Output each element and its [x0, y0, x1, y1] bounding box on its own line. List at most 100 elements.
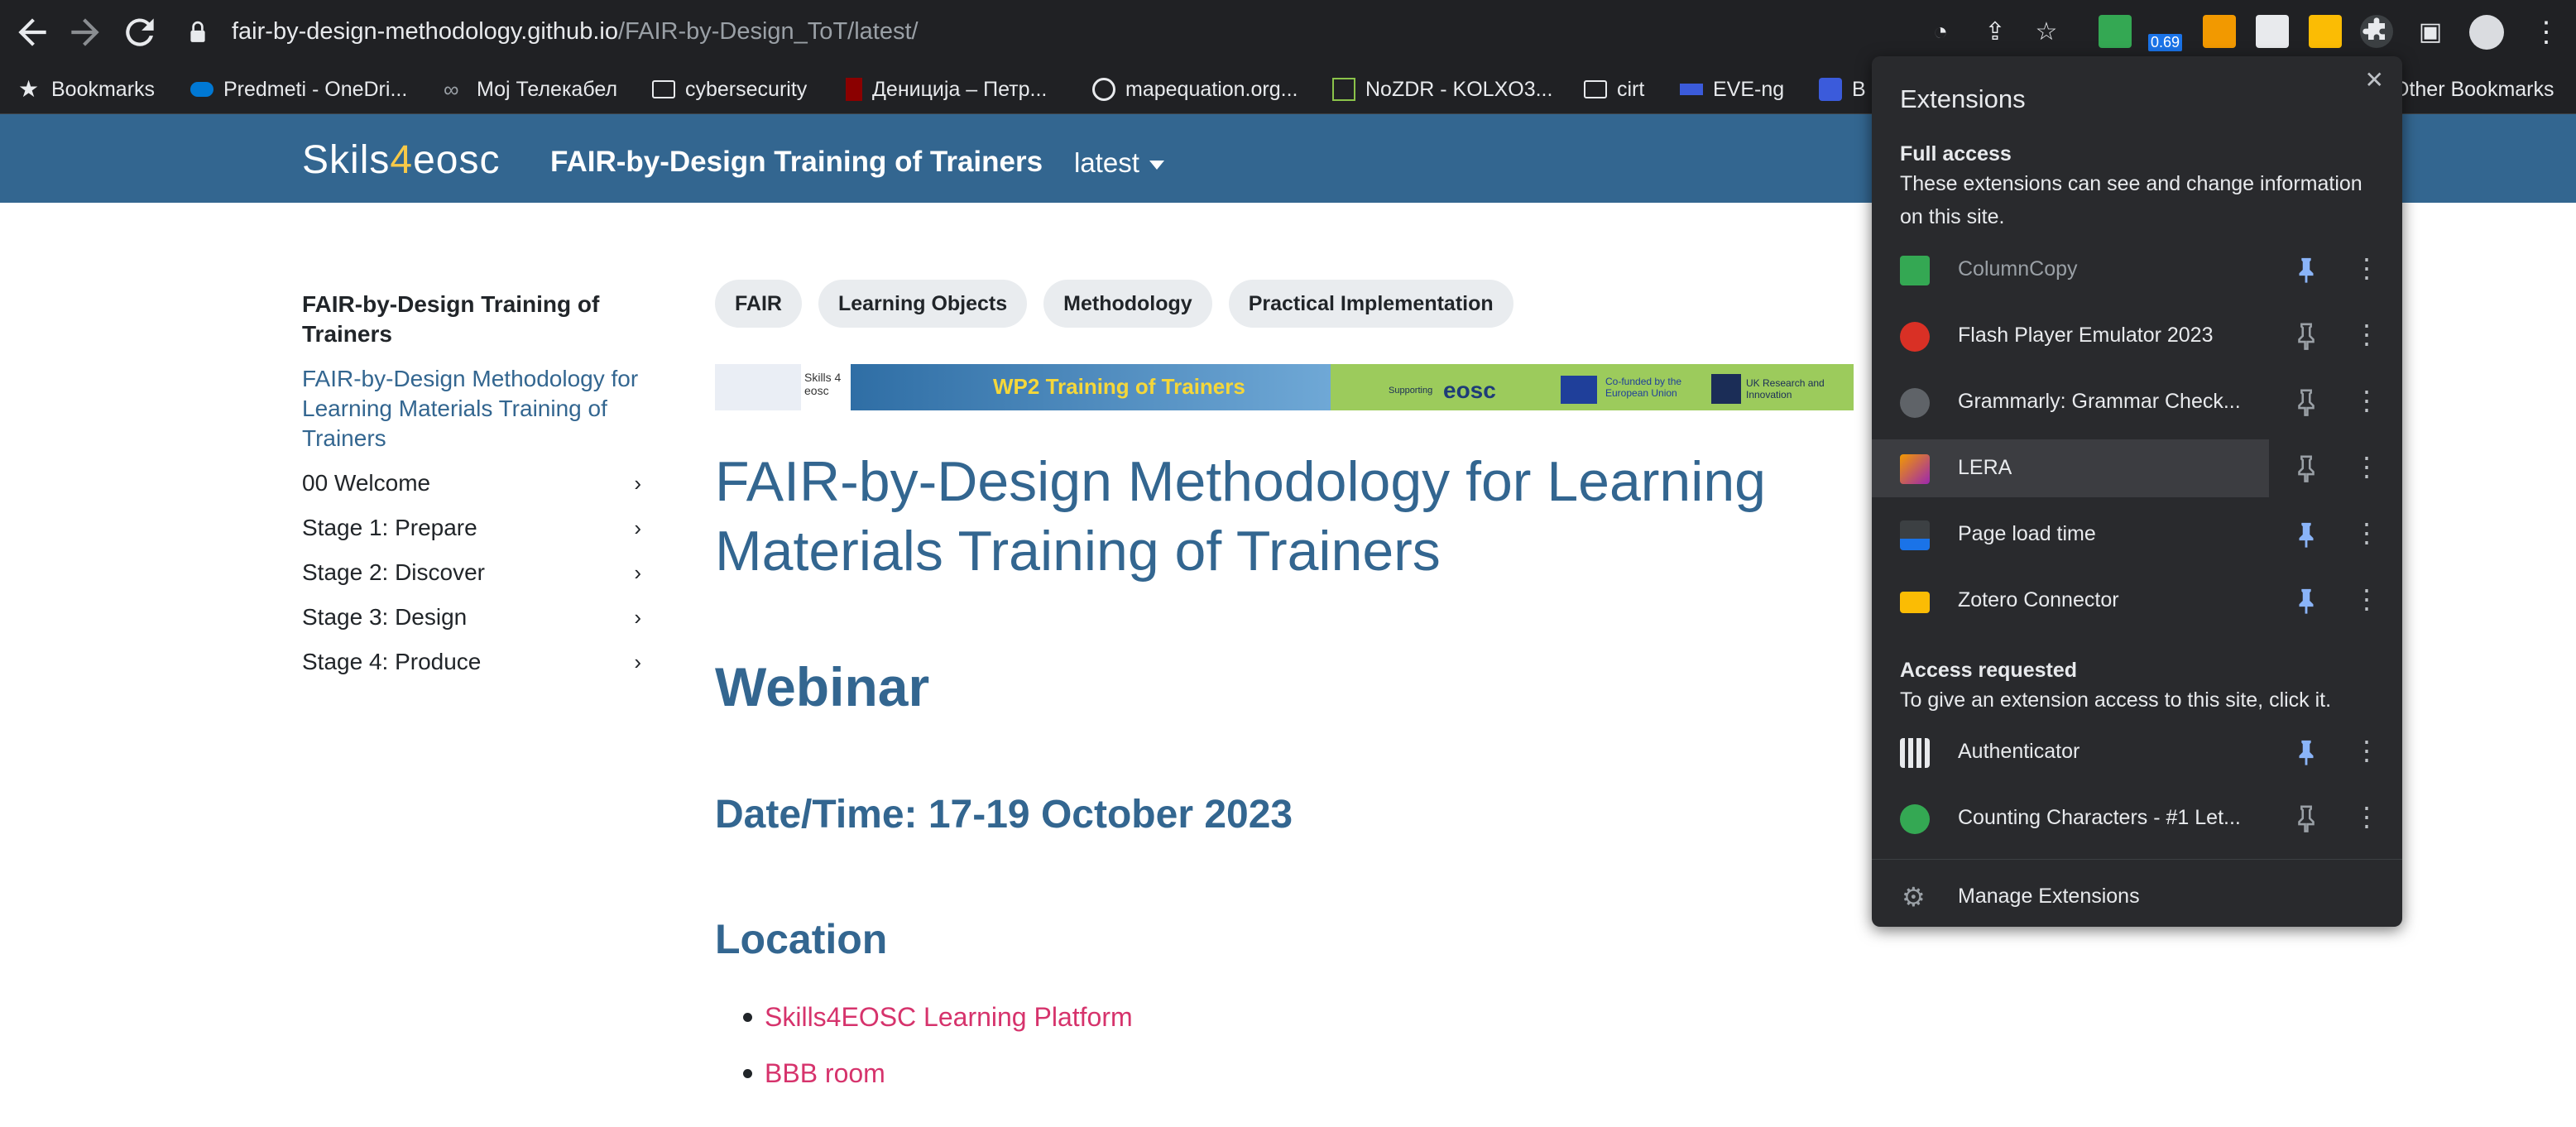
- reload-icon: [126, 18, 154, 46]
- forward-button[interactable]: [65, 12, 106, 53]
- link-bbb-room[interactable]: BBB room: [743, 1056, 1133, 1112]
- more-options-icon[interactable]: ⋮: [2353, 735, 2380, 766]
- chevron-right-icon[interactable]: ›: [634, 558, 641, 587]
- chevron-right-icon[interactable]: ›: [634, 647, 641, 677]
- bookmark-star-icon[interactable]: ☆: [2031, 17, 2062, 48]
- arrow-right-icon: [71, 18, 99, 46]
- extension-row-grammarly[interactable]: Grammarly: Grammar Check... ⋮: [1872, 373, 2402, 431]
- more-options-icon[interactable]: ⋮: [2353, 517, 2380, 549]
- extension-row-page-load-time[interactable]: Page load time ⋮: [1872, 506, 2402, 564]
- tag-methodology[interactable]: Methodology: [1043, 280, 1212, 328]
- extension-orange-toolbar-icon[interactable]: [2203, 15, 2236, 48]
- site-icon: [1680, 84, 1703, 95]
- banner-ukri-text: UK Research and Innovation: [1746, 377, 1825, 400]
- bookmark-item[interactable]: Other Bookmarks: [2393, 74, 2554, 104]
- extension-row-flash-player[interactable]: Flash Player Emulator 2023 ⋮: [1872, 307, 2402, 365]
- zotero-toolbar-icon[interactable]: [2309, 15, 2342, 48]
- bookmark-item[interactable]: NoZDR - KOLXO3...: [1332, 74, 1552, 104]
- more-options-icon[interactable]: ⋮: [2353, 319, 2380, 350]
- extension-name: Authenticator: [1958, 740, 2080, 763]
- chevron-right-icon[interactable]: ›: [634, 468, 641, 498]
- extension-row-authenticator[interactable]: Authenticator ⋮: [1872, 723, 2402, 781]
- tag-practical-implementation[interactable]: Practical Implementation: [1228, 280, 1513, 328]
- manage-extensions-button[interactable]: ⚙ Manage Extensions: [1872, 871, 2402, 923]
- extension-row-counting-characters[interactable]: Counting Characters - #1 Let... ⋮: [1872, 789, 2402, 847]
- chevron-right-icon[interactable]: ›: [634, 602, 641, 632]
- url-path: /FAIR-by-Design_ToT/latest/: [617, 18, 919, 45]
- share-icon[interactable]: ⇪: [1979, 17, 2011, 48]
- more-options-icon[interactable]: ⋮: [2353, 801, 2380, 832]
- pin-icon[interactable]: [2294, 520, 2319, 549]
- pin-icon[interactable]: [2294, 738, 2319, 766]
- address-bar[interactable]: fair-by-design-methodology.github.io/FAI…: [232, 18, 919, 46]
- bookmark-item[interactable]: ★ Bookmarks: [18, 74, 155, 104]
- extensions-puzzle-button[interactable]: [2360, 15, 2393, 48]
- tag-learning-objects[interactable]: Learning Objects: [818, 280, 1028, 328]
- extension-name: LERA: [1958, 456, 2012, 479]
- skills4eosc-logo[interactable]: Skils4eosc: [302, 137, 500, 183]
- eu-flag-icon: [1561, 376, 1597, 404]
- bookmark-item[interactable]: B: [1819, 74, 1866, 104]
- sidebar-item-stage4[interactable]: Stage 4: Produce ›: [302, 647, 641, 677]
- extension-row-columncopy[interactable]: ColumnCopy ⋮: [1872, 241, 2402, 299]
- more-options-icon[interactable]: ⋮: [2353, 385, 2380, 416]
- browser-menu-icon[interactable]: ⋮: [2532, 15, 2560, 50]
- sidebar-item-stage3[interactable]: Stage 3: Design ›: [302, 602, 641, 632]
- bookmark-item[interactable]: EVE-ng: [1680, 74, 1784, 104]
- page-load-badge: 0.69: [2148, 34, 2183, 51]
- speed-icon[interactable]: ◔: [1925, 17, 1956, 48]
- extension-row-lera[interactable]: LERA: [1872, 439, 2269, 497]
- pin-icon[interactable]: [2294, 322, 2319, 350]
- page-load-time-toolbar-icon[interactable]: 0.69: [2148, 15, 2183, 51]
- chevron-right-icon[interactable]: ›: [634, 513, 641, 543]
- reload-button[interactable]: [119, 12, 161, 53]
- access-requested-description: To give an extension access to this site…: [1900, 688, 2332, 712]
- pin-icon[interactable]: [2294, 587, 2319, 615]
- sidebar-title[interactable]: FAIR-by-Design Training of Trainers: [302, 290, 641, 349]
- bookmark-item[interactable]: Деницијa – Петр...: [846, 74, 1047, 104]
- sidebar-item-stage1[interactable]: Stage 1: Prepare ›: [302, 513, 641, 543]
- extension-name: Grammarly: Grammar Check...: [1958, 390, 2241, 413]
- pin-icon[interactable]: [2294, 454, 2319, 482]
- sidebar-current-page[interactable]: FAIR-by-Design Methodology for Learning …: [302, 364, 641, 453]
- link-icon: ∞: [444, 77, 459, 102]
- banner-supporting: Supporting: [1389, 386, 1433, 396]
- arrow-left-icon: [18, 18, 46, 46]
- banner-eu-text: Co-funded by the European Union: [1605, 376, 1682, 399]
- authenticator-icon: [1900, 738, 1930, 768]
- browser-toolbar: fair-by-design-methodology.github.io/FAI…: [0, 0, 2576, 65]
- authenticator-toolbar-icon[interactable]: [2256, 15, 2289, 48]
- extension-row-lera-actions: ⋮: [2269, 439, 2402, 497]
- sidebar-item-welcome[interactable]: 00 Welcome ›: [302, 468, 641, 498]
- pin-icon[interactable]: [2294, 388, 2319, 416]
- full-access-description: These extensions can see and change info…: [1900, 172, 2363, 228]
- pin-icon[interactable]: [2294, 256, 2319, 284]
- banner-eosc-logo: eosc: [1443, 377, 1496, 403]
- link-learning-platform[interactable]: Skills4EOSC Learning Platform: [743, 1000, 1133, 1056]
- bookmark-item[interactable]: Predmeti - OneDri...: [190, 74, 407, 104]
- access-requested-heading: Access requested: [1900, 659, 2078, 682]
- more-options-icon[interactable]: ⋮: [2353, 252, 2380, 284]
- back-button[interactable]: [12, 12, 53, 53]
- sidebar-item-stage2[interactable]: Stage 2: Discover ›: [302, 558, 641, 587]
- close-icon[interactable]: ✕: [2365, 66, 2384, 94]
- extension-row-zotero[interactable]: Zotero Connector ⋮: [1872, 572, 2402, 630]
- gear-icon: ⚙: [1902, 882, 1926, 912]
- bookmark-item[interactable]: cirt: [1584, 74, 1644, 104]
- version-dropdown[interactable]: latest: [1074, 147, 1164, 179]
- more-options-icon[interactable]: ⋮: [2353, 583, 2380, 615]
- folder-icon: [1584, 80, 1607, 98]
- columncopy-toolbar-icon[interactable]: [2099, 15, 2132, 48]
- more-options-icon[interactable]: ⋮: [2353, 451, 2380, 482]
- tag-fair[interactable]: FAIR: [715, 280, 802, 328]
- grammarly-icon: [1900, 388, 1930, 418]
- bookmark-item[interactable]: mapequation.org...: [1092, 74, 1298, 104]
- side-panel-icon[interactable]: ▣: [2415, 17, 2446, 48]
- site-title[interactable]: FAIR-by-Design Training of Trainers: [550, 146, 1043, 179]
- pin-icon[interactable]: [2294, 804, 2319, 832]
- location-heading: Location: [715, 916, 888, 962]
- bookmark-item[interactable]: ∞ Мој Телекабел: [444, 74, 617, 104]
- lock-icon[interactable]: [189, 21, 207, 44]
- bookmark-item[interactable]: cybersecurity: [652, 74, 807, 104]
- profile-avatar[interactable]: [2469, 15, 2504, 50]
